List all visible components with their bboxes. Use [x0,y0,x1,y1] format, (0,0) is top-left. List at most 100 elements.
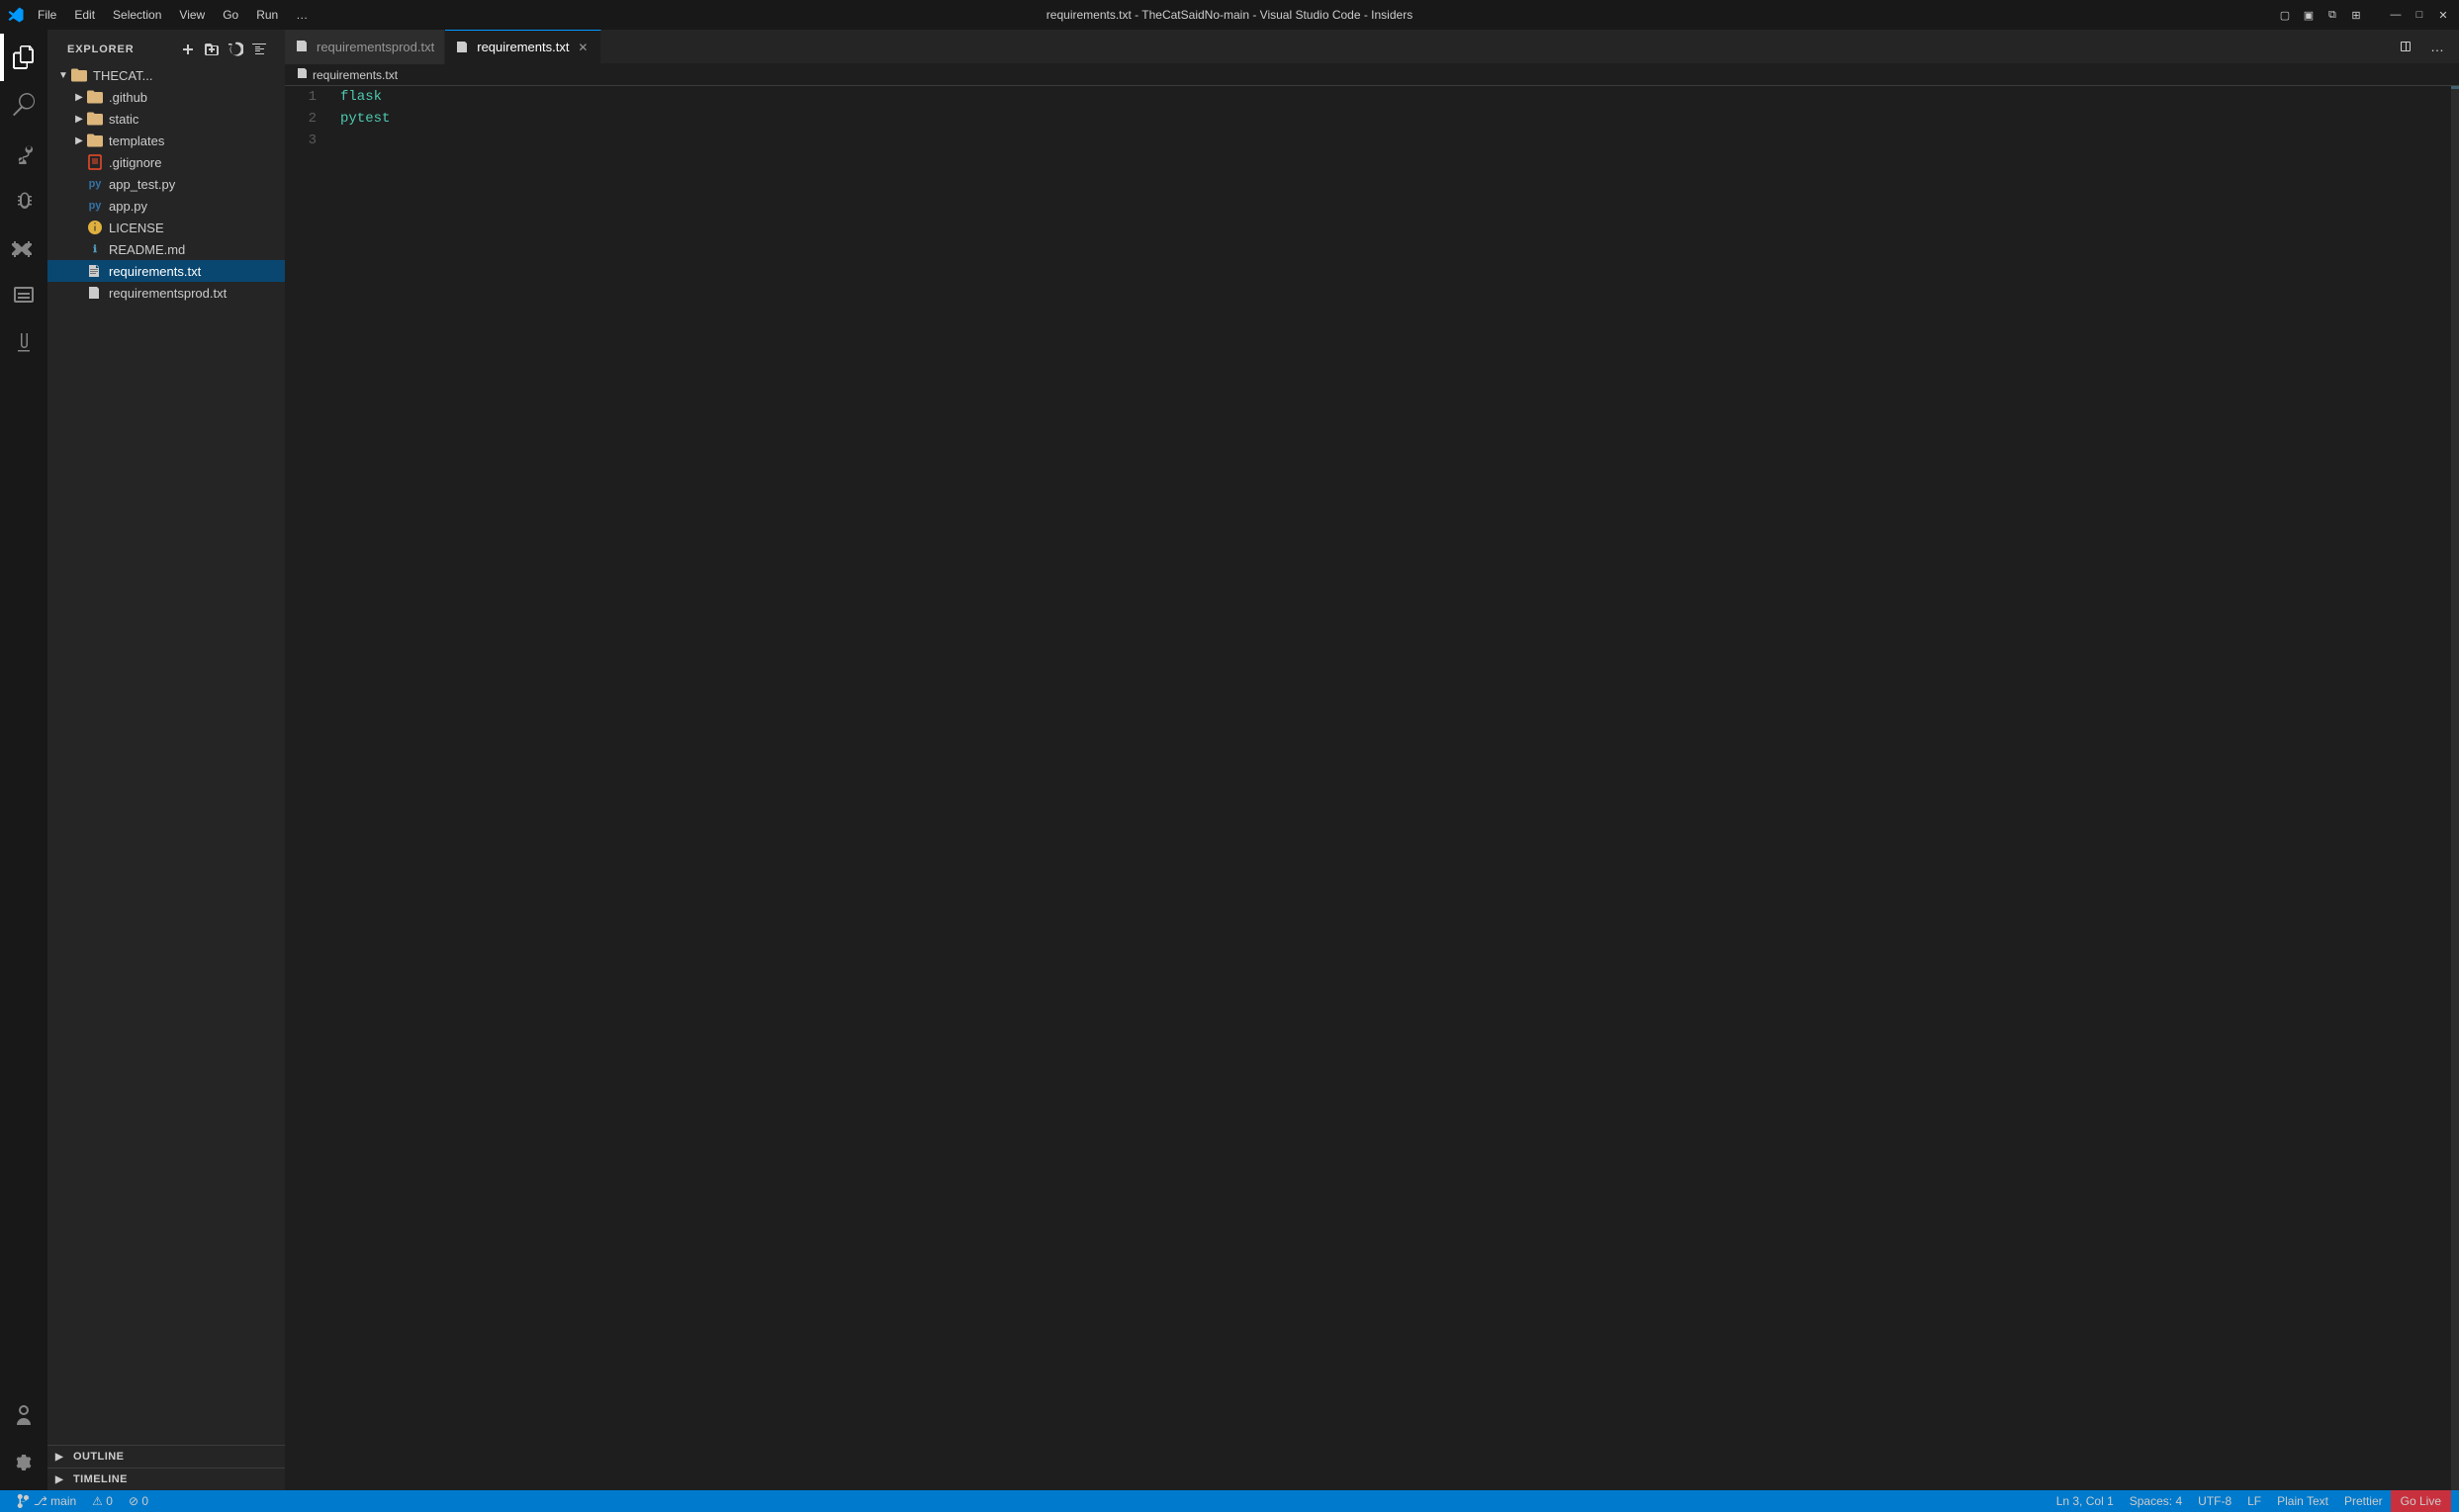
app-test-icon: py [87,176,103,192]
templates-label: templates [109,133,285,148]
editor-content[interactable]: 1 2 3 flask pytest [285,86,2459,1490]
code-empty [340,130,348,151]
status-warnings[interactable]: ⊘ 0 [121,1490,156,1512]
tree-item-app-test[interactable]: ▶ py app_test.py [47,173,285,195]
window-layout3-icon[interactable]: ⧉ [2324,7,2340,23]
tree-item-license[interactable]: ▶ LICENSE [47,217,285,238]
window-close-icon[interactable]: ✕ [2435,7,2451,23]
new-file-button[interactable] [178,40,198,59]
tree-item-templates[interactable]: ▶ templates [47,130,285,151]
code-lines: flask pytest [336,86,2459,1490]
menu-run[interactable]: Run [248,6,286,24]
outline-label: OUTLINE [73,1451,124,1463]
app-test-label: app_test.py [109,177,285,192]
activity-item-explorer[interactable] [0,34,47,81]
status-encoding[interactable]: UTF-8 [2190,1490,2239,1512]
code-line-2: pytest [340,108,2400,130]
sidebar-content: ▼ THECAT... ▶ .github [47,64,285,1445]
titlebar-menus: File Edit Selection View Go Run … [30,6,316,24]
code-line-1: flask [340,86,2400,108]
new-folder-button[interactable] [202,40,222,59]
split-editor-icon[interactable] [2392,33,2419,60]
tree-root[interactable]: ▼ THECAT... [47,64,285,86]
tab-requirements[interactable]: requirements.txt ✕ [445,30,601,64]
timeline-header[interactable]: ▶ TIMELINE [47,1468,285,1490]
activity-item-search[interactable] [0,81,47,129]
activity-item-remote[interactable] [0,271,47,318]
line-numbers: 1 2 3 [285,86,336,1490]
window-layout2-icon[interactable]: ▣ [2301,7,2317,23]
tree-item-app[interactable]: ▶ py app.py [47,195,285,217]
sidebar: EXPLORER [47,30,285,1490]
activity-item-extensions[interactable] [0,223,47,271]
gitignore-icon [87,154,103,170]
refresh-button[interactable] [226,40,245,59]
status-language-text: Plain Text [2277,1494,2328,1508]
outline-section: ▶ OUTLINE [47,1445,285,1468]
editor-inner: 1 2 3 flask pytest [285,86,2459,1490]
root-folder-icon [71,67,87,83]
menu-go[interactable]: Go [215,6,246,24]
breadcrumb-text: requirements.txt [313,68,398,82]
status-spaces[interactable]: Spaces: 4 [2122,1490,2190,1512]
activity-bottom [0,1391,47,1490]
tabs-actions: … [2392,33,2459,60]
tree-item-requirementsprod[interactable]: ▶ requirementsprod.txt [47,282,285,304]
readme-icon: ℹ [87,241,103,257]
templates-arrow-icon: ▶ [71,133,87,148]
tab-requirements-close-icon[interactable]: ✕ [575,40,591,55]
tab-requirementsprod[interactable]: requirementsprod.txt [285,30,445,64]
breadcrumb-bar: requirements.txt [285,64,2459,86]
activity-item-debug[interactable] [0,176,47,223]
status-branch-text: ⎇ main [34,1494,76,1508]
menu-selection[interactable]: Selection [105,6,169,24]
gitignore-label: .gitignore [109,155,285,170]
tree-item-requirements[interactable]: ▶ requirements.txt [47,260,285,282]
tree-item-readme[interactable]: ▶ ℹ README.md [47,238,285,260]
code-token-pytest: pytest [340,108,390,130]
status-prettier[interactable]: Prettier [2336,1490,2391,1512]
minimap [2451,86,2459,1490]
collapse-all-button[interactable] [249,40,269,59]
outline-header[interactable]: ▶ OUTLINE [47,1446,285,1468]
app-icon [8,7,24,23]
window-layout4-icon[interactable]: ⊞ [2348,7,2364,23]
sidebar-header-actions [178,40,269,59]
timeline-arrow-icon: ▶ [55,1474,71,1485]
menu-more[interactable]: … [288,6,316,24]
status-branch[interactable]: ⎇ main [8,1490,84,1512]
menu-view[interactable]: View [171,6,213,24]
status-warnings-text: ⊘ 0 [129,1494,148,1508]
sidebar-header-title: EXPLORER [67,44,135,55]
sidebar-header: EXPLORER [47,30,285,64]
root-label: THECAT... [93,68,285,83]
main-layout: EXPLORER [0,30,2459,1490]
activity-item-test[interactable] [0,318,47,366]
window-layout1-icon[interactable]: ▢ [2277,7,2293,23]
activity-item-git[interactable] [0,129,47,176]
status-bar: ⎇ main ⚠ 0 ⊘ 0 Ln 3, Col 1 Spaces: 4 UTF… [0,1490,2459,1512]
window-maximize-icon[interactable]: □ [2412,7,2427,23]
window-minimize-icon[interactable]: — [2388,7,2404,23]
tree-item-static[interactable]: ▶ static [47,108,285,130]
static-folder-icon [87,111,103,127]
status-eol[interactable]: LF [2239,1490,2269,1512]
status-position[interactable]: Ln 3, Col 1 [2049,1490,2122,1512]
activity-item-account[interactable] [0,1391,47,1439]
code-token-flask: flask [340,86,382,108]
menu-edit[interactable]: Edit [66,6,103,24]
status-golive[interactable]: Go Live [2391,1490,2451,1512]
github-arrow-icon: ▶ [71,89,87,105]
status-errors[interactable]: ⚠ 0 [84,1490,121,1512]
readme-label: README.md [109,242,285,257]
status-language[interactable]: Plain Text [2269,1490,2336,1512]
activity-item-settings[interactable] [0,1439,47,1486]
timeline-label: TIMELINE [73,1473,128,1485]
tree-item-gitignore[interactable]: ▶ .gitignore [47,151,285,173]
tree-item-github[interactable]: ▶ .github [47,86,285,108]
line-number-2: 2 [285,108,324,130]
static-label: static [109,112,285,127]
menu-file[interactable]: File [30,6,64,24]
more-actions-icon[interactable]: … [2423,33,2451,60]
code-line-3 [340,130,2400,151]
